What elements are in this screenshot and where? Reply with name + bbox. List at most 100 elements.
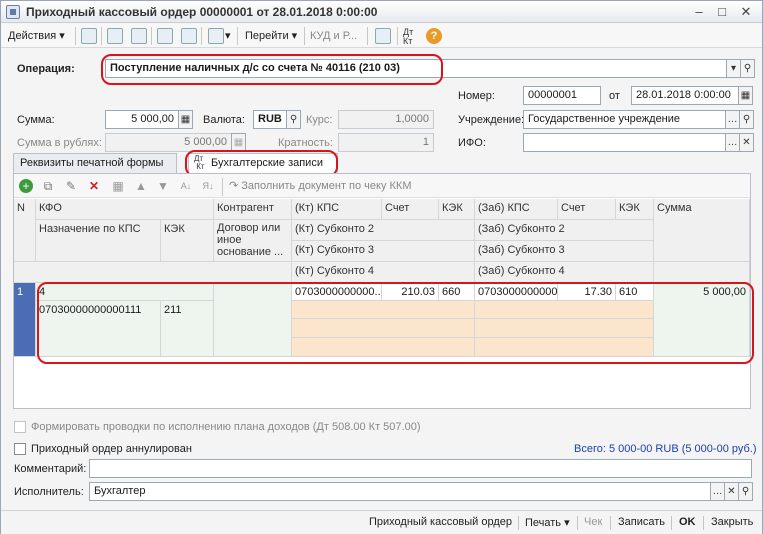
row-number[interactable]: 1: [14, 283, 36, 357]
annulled-checkbox[interactable]: [14, 443, 26, 455]
search-icon[interactable]: ⚲: [286, 110, 301, 129]
cell-summa[interactable]: 5 000,00: [654, 283, 750, 357]
report-icon[interactable]: [375, 28, 391, 44]
col-kt-sub4-header[interactable]: (Кт) Субконто 4: [292, 262, 475, 283]
search-icon[interactable]: ⚲: [739, 110, 754, 129]
date-field[interactable]: 28.01.2018 0:00:00: [631, 86, 739, 105]
unpost-icon[interactable]: [181, 28, 197, 44]
cell-kfo[interactable]: 4: [36, 283, 214, 301]
based-on-dropdown[interactable]: ▾: [225, 27, 231, 45]
search-icon[interactable]: ⚲: [740, 59, 755, 78]
refresh-icon[interactable]: [107, 28, 123, 44]
operation-field[interactable]: Поступление наличных д/с со счета № 4011…: [105, 59, 727, 78]
chevron-down-icon[interactable]: ▾: [726, 59, 741, 78]
add-icon[interactable]: +: [19, 179, 33, 193]
maximize-icon[interactable]: □: [714, 4, 730, 20]
cell-kt-sub3[interactable]: [292, 319, 475, 338]
calendar-icon[interactable]: ▦: [738, 86, 753, 105]
cell-kontragent[interactable]: [214, 283, 292, 357]
col-schet-header[interactable]: Счет: [382, 199, 439, 220]
ok-button[interactable]: OK: [679, 516, 696, 528]
post-and-close-icon[interactable]: [81, 28, 97, 44]
delete-icon[interactable]: ✕: [87, 179, 101, 193]
col-dogovor-header[interactable]: Договор или иное основание ...: [214, 220, 292, 262]
close-icon[interactable]: ✕: [739, 133, 754, 152]
number-field[interactable]: 00000001: [523, 86, 601, 105]
col-zab-sub3-header[interactable]: (Заб) Субконто 3: [475, 241, 654, 262]
edit-icon[interactable]: ✎: [64, 179, 78, 193]
cell-kt-kps[interactable]: 0703000000000...: [292, 283, 382, 301]
ifo-field[interactable]: [523, 133, 726, 152]
search-icon[interactable]: ⚲: [738, 482, 753, 501]
actions-menu[interactable]: Действия ▾: [8, 27, 65, 45]
fill-by-receipt-button[interactable]: ↷ Заполнить документ по чеку ККМ: [229, 179, 412, 192]
col-summa-header[interactable]: Сумма: [654, 199, 750, 262]
select-icon[interactable]: …: [725, 133, 740, 152]
toolbar-divider: [151, 27, 152, 45]
save-button[interactable]: Записать: [618, 516, 665, 528]
sort-desc-icon[interactable]: Я↓: [201, 179, 215, 193]
cell-kt-sub4[interactable]: [292, 338, 475, 357]
col-kt-sub2-header[interactable]: (Кт) Субконто 2: [292, 220, 475, 241]
move-up-icon[interactable]: ▲: [134, 179, 148, 193]
col-kfo-header[interactable]: КФО: [36, 199, 214, 220]
cell-zab-sub2[interactable]: [475, 301, 654, 319]
calculator-icon[interactable]: ▦: [178, 110, 193, 129]
cell-schet2[interactable]: 17.30: [558, 283, 616, 301]
col-kek2-header[interactable]: КЭК: [439, 199, 475, 220]
col-zab-sub4-header[interactable]: (Заб) Субконто 4: [475, 262, 654, 283]
col-kek-header[interactable]: КЭК: [161, 220, 214, 262]
copy-row-icon[interactable]: ⧉: [41, 179, 55, 193]
tab-print-form[interactable]: Реквизиты печатной формы: [13, 153, 177, 173]
calculator-icon: ▦: [231, 133, 246, 152]
col-zab-sub2-header[interactable]: (Заб) Субконто 2: [475, 220, 654, 241]
multiplicity-field: 1: [338, 133, 434, 152]
col-kt-sub3-header[interactable]: (Кт) Субконто 3: [292, 241, 475, 262]
minimize-icon[interactable]: –: [691, 4, 707, 20]
cell-zab-sub4[interactable]: [475, 338, 654, 357]
cell-kt-sub2[interactable]: [292, 301, 475, 319]
pko-button[interactable]: Приходный кассовый ордер: [369, 516, 512, 528]
tab-accounting[interactable]: Дт Кт Бухгалтерские записи: [188, 153, 338, 174]
check-button[interactable]: Чек: [584, 516, 602, 528]
cell-kek[interactable]: 211: [161, 301, 214, 357]
col-naznachenie-header[interactable]: Назначение по КПС: [36, 220, 161, 262]
print-menu[interactable]: Печать ▾: [525, 516, 570, 529]
goto-menu[interactable]: Перейти ▾: [245, 27, 297, 45]
post-icon[interactable]: [157, 28, 173, 44]
executor-field[interactable]: Бухгалтер: [89, 482, 711, 501]
col-zab-kps-header[interactable]: (Заб) КПС: [475, 199, 558, 220]
close-icon[interactable]: ✕: [738, 4, 754, 20]
bar-divider: [577, 516, 578, 530]
col-kek3-header[interactable]: КЭК: [616, 199, 654, 220]
kud-button[interactable]: КУД и Р...: [310, 27, 357, 45]
col-kontragent-header[interactable]: Контрагент: [214, 199, 292, 220]
col-kt-kps-header[interactable]: (Кт) КПС: [292, 199, 382, 220]
cell-kek3[interactable]: 610: [616, 283, 654, 301]
toolbar-divider: [201, 27, 202, 45]
help-icon[interactable]: ?: [426, 28, 442, 44]
col-schet2-header[interactable]: Счет: [558, 199, 616, 220]
sort-asc-icon[interactable]: A↓: [179, 179, 193, 193]
copy-icon[interactable]: [131, 28, 147, 44]
form-postings-checkbox[interactable]: [14, 421, 26, 433]
cell-naznachenie[interactable]: 07030000000000111: [36, 301, 161, 357]
dt-kt-icon[interactable]: Дт Кт: [403, 28, 413, 46]
close-button[interactable]: Закрыть: [711, 516, 753, 528]
close-icon[interactable]: ✕: [724, 482, 739, 501]
toolbar-divider: [75, 27, 76, 45]
cell-zab-kps[interactable]: 0703000000000...: [475, 283, 558, 301]
sum-field[interactable]: 5 000,00: [105, 110, 179, 129]
col-n-header[interactable]: N: [14, 199, 36, 262]
cell-zab-sub3[interactable]: [475, 319, 654, 338]
institution-field[interactable]: Государственное учреждение: [523, 110, 726, 129]
end-edit-icon[interactable]: ▦: [111, 179, 125, 193]
move-down-icon[interactable]: ▼: [156, 179, 170, 193]
based-on-icon[interactable]: [208, 28, 224, 44]
comment-field[interactable]: [89, 459, 752, 478]
cell-kek2[interactable]: 660: [439, 283, 475, 301]
cell-schet[interactable]: 210.03: [382, 283, 439, 301]
select-icon[interactable]: …: [710, 482, 725, 501]
select-icon[interactable]: …: [725, 110, 740, 129]
currency-field[interactable]: RUB: [253, 110, 287, 129]
